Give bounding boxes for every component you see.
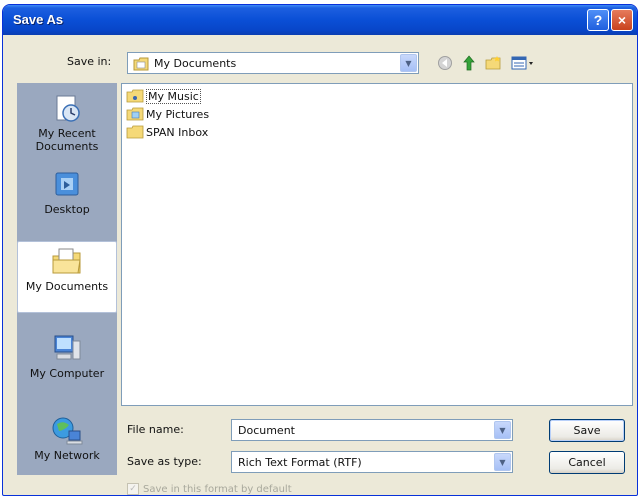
place-my-network[interactable]: My Network xyxy=(17,411,117,481)
save-in-dropdown[interactable]: My Documents ▼ xyxy=(127,52,419,74)
pictures-folder-icon xyxy=(126,107,144,121)
new-folder-icon[interactable] xyxy=(485,55,501,71)
my-documents-icon xyxy=(52,248,81,274)
my-documents-small-icon xyxy=(133,57,149,71)
cancel-button[interactable]: Cancel xyxy=(549,451,625,474)
place-desktop[interactable]: Desktop xyxy=(17,165,117,235)
default-format-label: Save in this format by default xyxy=(143,483,292,495)
desktop-icon xyxy=(55,172,79,196)
save-in-value: My Documents xyxy=(154,57,237,70)
window-title: Save As xyxy=(13,12,64,27)
place-label: Desktop xyxy=(44,203,90,216)
file-list[interactable]: My Music My Pictures SPAN Inbox xyxy=(121,83,633,406)
file-name: SPAN Inbox xyxy=(146,125,209,139)
file-name: My Music xyxy=(146,88,201,104)
my-computer-icon xyxy=(54,335,81,360)
folder-icon xyxy=(126,125,144,139)
places-bar: My Recent Documents Desktop My Documents xyxy=(17,83,117,475)
music-folder-icon xyxy=(126,89,144,103)
list-item[interactable]: My Pictures xyxy=(126,106,209,122)
close-button[interactable]: × xyxy=(611,9,633,31)
chevron-down-icon[interactable]: ▼ xyxy=(400,54,417,72)
file-name-input[interactable]: Document ▼ xyxy=(231,419,513,441)
up-folder-icon[interactable] xyxy=(461,55,477,71)
file-name: My Pictures xyxy=(146,107,210,121)
file-name-value: Document xyxy=(238,424,295,437)
save-as-type-value: Rich Text Format (RTF) xyxy=(238,456,362,469)
recent-documents-icon xyxy=(56,95,80,122)
back-icon[interactable] xyxy=(437,55,453,71)
help-button[interactable]: ? xyxy=(587,9,609,31)
save-as-type-select[interactable]: Rich Text Format (RTF) ▼ xyxy=(231,451,513,473)
place-my-recent-documents[interactable]: My Recent Documents xyxy=(17,89,117,159)
chevron-down-icon[interactable]: ▼ xyxy=(494,421,511,439)
place-my-computer[interactable]: My Computer xyxy=(17,329,117,399)
default-format-option: ✓ Save in this format by default xyxy=(127,483,292,495)
chevron-down-icon[interactable]: ▼ xyxy=(494,453,511,471)
place-label: My Documents xyxy=(25,280,109,293)
place-label: My Recent Documents xyxy=(35,127,99,153)
my-network-icon xyxy=(52,417,83,445)
save-as-dialog: Save As ? × Save in: My Documents ▼ My R… xyxy=(2,4,638,496)
save-button[interactable]: Save xyxy=(549,419,625,442)
default-format-checkbox[interactable]: ✓ xyxy=(127,483,139,495)
file-name-label: File name: xyxy=(127,423,184,436)
place-label: My Network xyxy=(34,449,100,462)
place-my-documents[interactable]: My Documents xyxy=(17,241,117,313)
title-bar[interactable]: Save As ? × xyxy=(3,5,637,35)
views-menu-icon[interactable] xyxy=(511,55,535,71)
list-item[interactable]: SPAN Inbox xyxy=(126,124,208,140)
save-as-type-label: Save as type: xyxy=(127,455,202,468)
place-label: My Computer xyxy=(29,367,105,380)
list-item[interactable]: My Music xyxy=(126,88,201,104)
save-in-label: Save in: xyxy=(67,55,112,68)
